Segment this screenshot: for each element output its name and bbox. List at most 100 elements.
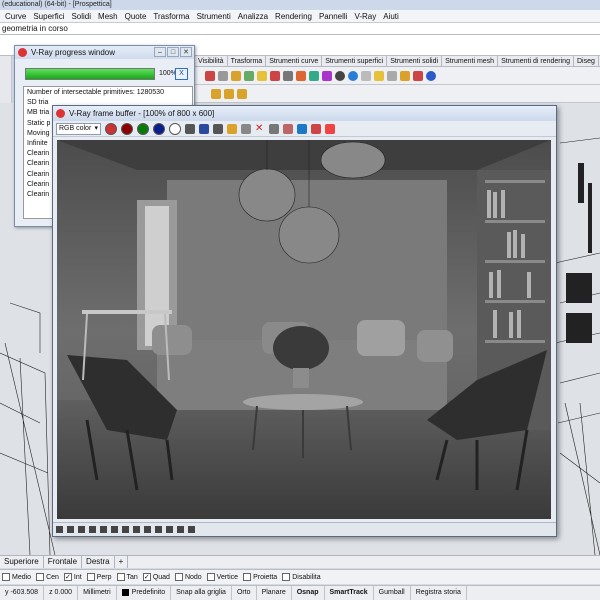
- tab-strumenti-mesh[interactable]: Strumenti mesh: [442, 56, 499, 66]
- menu-analizza[interactable]: Analizza: [238, 12, 268, 21]
- close-icon[interactable]: ✕: [180, 47, 192, 57]
- clear-icon[interactable]: [241, 123, 251, 134]
- red-channel-button[interactable]: [121, 122, 133, 135]
- vray-frame-buffer[interactable]: V-Ray frame buffer - [100% of 800 x 600]…: [52, 105, 557, 537]
- osnap-toggle[interactable]: Osnap: [292, 586, 325, 600]
- checkbox[interactable]: [206, 573, 215, 581]
- green-channel-button[interactable]: [137, 122, 149, 135]
- osnap-int[interactable]: ✓ Int: [63, 573, 82, 581]
- mono-icon[interactable]: [185, 123, 195, 134]
- white-channel-button[interactable]: [169, 122, 181, 135]
- rgb-icon[interactable]: [105, 122, 117, 135]
- tool-icon[interactable]: [400, 70, 410, 81]
- smarttrack-toggle[interactable]: SmartTrack: [325, 586, 374, 600]
- minimize-icon[interactable]: –: [154, 47, 166, 57]
- tool-icon[interactable]: [244, 70, 254, 81]
- save-all-icon[interactable]: [213, 123, 223, 134]
- osnap-vertice[interactable]: Vertice: [206, 573, 238, 581]
- frame-buffer-titlebar[interactable]: V-Ray frame buffer - [100% of 800 x 600]: [53, 106, 556, 121]
- lut-icon[interactable]: [133, 526, 140, 533]
- ocio-icon[interactable]: [155, 526, 162, 533]
- osnap-nodo[interactable]: Nodo: [174, 573, 202, 581]
- menu-rendering[interactable]: Rendering: [275, 12, 312, 21]
- tab-disegno[interactable]: Diseg: [574, 56, 599, 66]
- layer-indicator[interactable]: Predefinito: [117, 586, 172, 600]
- tab-strumenti-rendering[interactable]: Strumenti di rendering: [498, 56, 574, 66]
- maximize-icon[interactable]: □: [167, 47, 179, 57]
- osnap-disabilita[interactable]: Disabilita: [282, 573, 321, 581]
- gear-icon[interactable]: [387, 70, 397, 81]
- levels-icon[interactable]: [89, 526, 96, 533]
- tab-strumenti-curve[interactable]: Strumenti curve: [266, 56, 323, 66]
- checkbox[interactable]: [2, 573, 10, 581]
- checkbox-checked[interactable]: ✓: [142, 573, 151, 581]
- add-viewport-button[interactable]: +: [115, 556, 129, 568]
- checkbox[interactable]: [243, 573, 252, 581]
- info-icon[interactable]: [78, 526, 85, 533]
- tool-icon[interactable]: [296, 70, 306, 81]
- gumball-toggle[interactable]: Gumball: [374, 586, 411, 600]
- help-icon[interactable]: [426, 70, 436, 81]
- stereo-icon[interactable]: [177, 526, 184, 533]
- teapot-icon[interactable]: [283, 123, 293, 134]
- cancel-render-button[interactable]: X: [175, 68, 188, 80]
- channel-select[interactable]: RGB color: [56, 122, 101, 135]
- region-render-icon[interactable]: [297, 123, 307, 134]
- menu-solidi[interactable]: Solidi: [71, 12, 91, 21]
- tab-viewport-superiore[interactable]: Superiore: [0, 556, 44, 568]
- osnap-quad[interactable]: ✓ Quad: [142, 573, 170, 581]
- tool-icon[interactable]: [413, 70, 423, 81]
- tool-icon[interactable]: [224, 88, 234, 99]
- hsv-icon[interactable]: [144, 526, 151, 533]
- menu-curve[interactable]: Curve: [5, 12, 26, 21]
- tool-icon[interactable]: [361, 70, 371, 81]
- osnap-perp[interactable]: Perp: [86, 573, 112, 581]
- load-icon[interactable]: [227, 123, 237, 134]
- pixel-aspect-icon[interactable]: [166, 526, 173, 533]
- tool-icon[interactable]: [309, 70, 319, 81]
- compare-icon[interactable]: [67, 526, 74, 533]
- menu-aiuti[interactable]: Aiuti: [383, 12, 399, 21]
- tab-viewport-destra[interactable]: Destra: [82, 556, 115, 568]
- osnap-medio[interactable]: Medio: [2, 573, 31, 581]
- snap-grid-toggle[interactable]: Snap alla griglia: [171, 586, 232, 600]
- save-icon[interactable]: [199, 123, 209, 134]
- tool-icon[interactable]: [211, 88, 221, 99]
- menu-vray[interactable]: V-Ray: [354, 12, 376, 21]
- checkbox[interactable]: [36, 573, 45, 581]
- tab-viewport-frontale[interactable]: Frontale: [44, 556, 83, 568]
- menu-pannelli[interactable]: Pannelli: [319, 12, 347, 21]
- menu-strumenti[interactable]: Strumenti: [197, 12, 231, 21]
- planar-toggle[interactable]: Planare: [257, 586, 292, 600]
- tool-icon[interactable]: [237, 88, 247, 99]
- srgb-icon[interactable]: [122, 526, 129, 533]
- tool-icon[interactable]: [283, 70, 293, 81]
- menu-superfici[interactable]: Superfici: [33, 12, 64, 21]
- tool-icon[interactable]: [322, 70, 332, 81]
- history-toggle[interactable]: Registra storia: [411, 586, 467, 600]
- track-icon[interactable]: [269, 123, 279, 134]
- sphere-icon[interactable]: [335, 70, 345, 81]
- lens-effects-icon[interactable]: [325, 123, 335, 134]
- osnap-proietta[interactable]: Proietta: [243, 573, 277, 581]
- blue-channel-button[interactable]: [153, 122, 165, 135]
- checkbox[interactable]: [116, 573, 125, 581]
- progress-window-titlebar[interactable]: V-Ray progress window – □ ✕: [15, 46, 194, 59]
- checkbox[interactable]: [282, 573, 291, 581]
- checkbox[interactable]: [86, 573, 95, 581]
- menu-quote[interactable]: Quote: [125, 12, 147, 21]
- rendered-image[interactable]: [57, 140, 551, 519]
- history-icon[interactable]: [56, 526, 63, 533]
- sphere-icon[interactable]: [348, 70, 358, 81]
- checkbox-checked[interactable]: ✓: [63, 573, 72, 581]
- lightbulb-icon[interactable]: [257, 70, 267, 81]
- osnap-tan[interactable]: Tan: [116, 573, 138, 581]
- tool-icon[interactable]: [374, 70, 384, 81]
- tab-trasforma[interactable]: Trasforma: [228, 56, 267, 66]
- ortho-toggle[interactable]: Orto: [232, 586, 257, 600]
- tab-strumenti-superfici[interactable]: Strumenti superfici: [322, 56, 388, 66]
- osnap-cen[interactable]: Cen: [36, 573, 59, 581]
- background-icon[interactable]: [188, 526, 195, 533]
- tool-icon[interactable]: [231, 70, 241, 81]
- tool-icon[interactable]: [205, 70, 215, 81]
